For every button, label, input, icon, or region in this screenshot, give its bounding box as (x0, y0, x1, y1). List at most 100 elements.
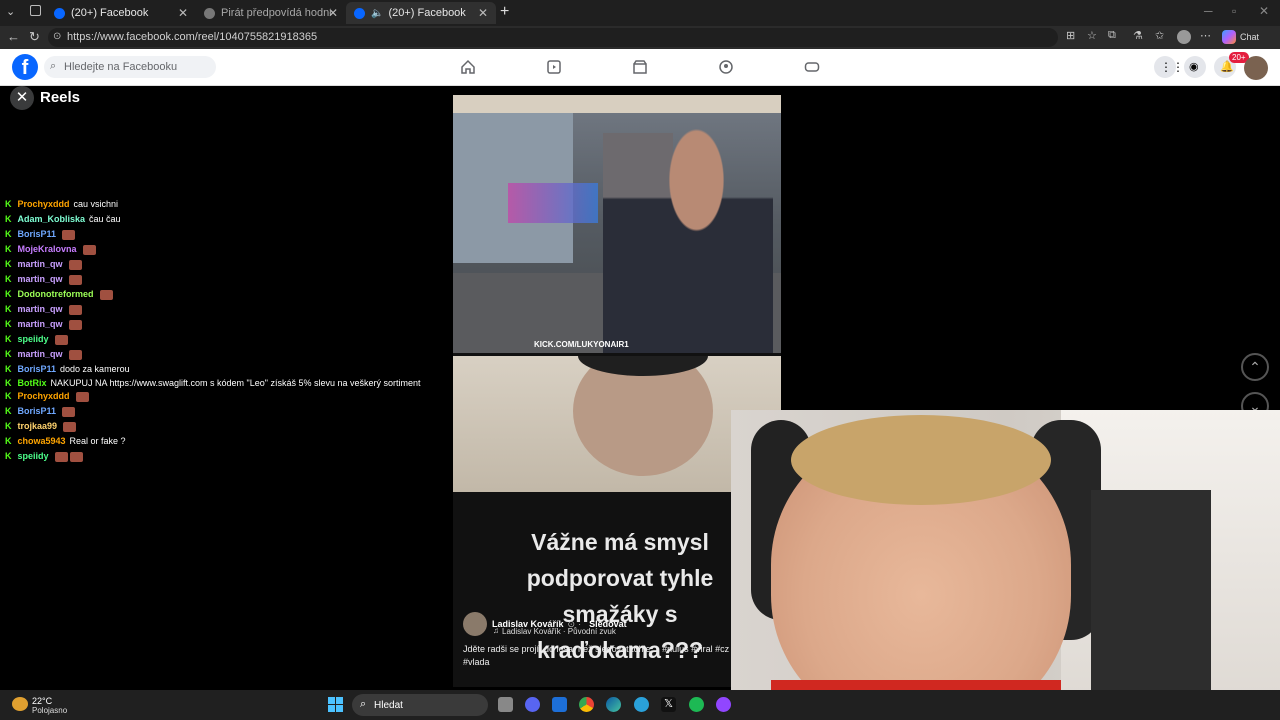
chat-emote-icon (68, 304, 82, 315)
app-icon[interactable] (552, 697, 567, 712)
chat-message: Kmartin_qw (5, 347, 445, 362)
chat-message: Kmartin_qw (5, 302, 445, 317)
chat-text: cau vsichni (73, 199, 119, 209)
profile-avatar[interactable] (1177, 30, 1191, 44)
chat-message: K Adam_Kobliska čau čau (5, 212, 445, 227)
telegram-icon[interactable] (634, 697, 649, 712)
chat-text: čau čau (89, 214, 121, 224)
taskbar-search[interactable] (352, 694, 488, 716)
chat-message: Kspeiidy (5, 449, 445, 464)
kick-badge-icon: K (5, 229, 12, 239)
page-favicon-icon (204, 7, 215, 19)
chat-message: Kmartin_qw (5, 317, 445, 332)
previous-reel-button[interactable]: ⌃ (1241, 353, 1269, 381)
facebook-logo-icon[interactable]: f (12, 54, 38, 80)
kick-badge-icon: K (5, 349, 12, 359)
chat-message: Kmartin_qw (5, 257, 445, 272)
copilot-icon[interactable] (1222, 30, 1236, 44)
chat-message: K BorisP11 (5, 227, 445, 242)
chat-emote-icon (68, 349, 82, 360)
tab-label: (20+) Facebook (388, 7, 466, 19)
kick-badge-icon: K (5, 391, 12, 401)
task-view-icon[interactable] (498, 697, 513, 712)
kick-badge-icon: K (5, 406, 12, 416)
app-available-icon[interactable]: ⊞ (1066, 29, 1075, 42)
tab-list-chevron-icon[interactable]: ⌄ (6, 5, 15, 18)
tab-facebook-1[interactable]: (20+) Facebook ✕ (46, 2, 196, 24)
chat-username: martin_qw (17, 304, 63, 314)
facebook-favicon-icon (54, 7, 65, 19)
close-tab-icon[interactable]: ✕ (478, 6, 488, 20)
webcam-overlay (731, 410, 1280, 720)
marketplace-icon[interactable] (632, 59, 648, 75)
stream-chat-overlay: K Prochyxddd cau vsichni K Adam_Kobliska čau … (5, 197, 445, 464)
kick-badge-icon: K (5, 451, 12, 461)
close-reels-button[interactable]: ✕ (10, 86, 34, 110)
chat-label[interactable]: Chat (1240, 32, 1259, 42)
weather-temperature[interactable]: 22°C (32, 696, 52, 706)
kick-badge-icon: K (5, 378, 12, 388)
video-clip-street (453, 113, 781, 353)
author-avatar[interactable] (463, 612, 487, 636)
spotify-icon[interactable] (689, 697, 704, 712)
home-icon[interactable] (460, 59, 476, 75)
chat-emote-icon (62, 229, 76, 240)
chat-message: Kspeiidy (5, 332, 445, 347)
tab-facebook-active[interactable]: 🔈 (20+) Facebook ✕ (346, 2, 496, 24)
close-window-icon[interactable]: ✕ (1259, 4, 1269, 18)
tab-pirat[interactable]: Pirát předpovídá hodně vyhroceno ✕ (196, 2, 346, 24)
close-tab-icon[interactable]: ✕ (178, 6, 188, 20)
split-screen-icon[interactable]: ⚗ (1133, 29, 1143, 42)
chat-username: Prochyxddd (17, 391, 70, 401)
windows-start-icon[interactable] (328, 697, 343, 712)
chat-text: Real or fake ? (69, 436, 126, 446)
kick-badge-icon: K (5, 319, 12, 329)
kick-badge-icon: K (5, 436, 12, 446)
sound-line[interactable]: Ladislav Kovářík · Původní zvuk (502, 627, 616, 636)
back-icon[interactable]: ← (7, 29, 20, 44)
chat-username: BorisP11 (17, 406, 57, 416)
more-menu-icon[interactable]: ⋯ (1200, 29, 1211, 42)
minimize-icon[interactable]: ─ (1204, 4, 1213, 18)
kick-badge-icon: K (5, 334, 12, 344)
site-info-icon[interactable]: ⊙ (53, 31, 61, 42)
groups-icon[interactable] (718, 59, 734, 75)
workspaces-icon[interactable] (30, 5, 41, 16)
speaker-icon[interactable]: 🔈 (371, 8, 383, 19)
close-tab-icon[interactable]: ✕ (328, 6, 338, 20)
chat-username: MojeKralovna (17, 244, 77, 254)
edge-icon[interactable] (606, 697, 621, 712)
chat-emote-icon (63, 421, 77, 432)
search-icon: ⌕ (360, 698, 367, 710)
video-frame-top (453, 95, 781, 113)
favorite-star-icon[interactable]: ☆ (1087, 29, 1097, 42)
maximize-icon[interactable]: ▫ (1232, 4, 1236, 18)
chat-username: BorisP11 (17, 229, 57, 239)
x-twitter-icon[interactable]: 𝕏 (661, 697, 676, 712)
chat-username: BorisP11 (17, 364, 57, 374)
video-icon[interactable] (546, 59, 562, 75)
app-icon[interactable] (716, 697, 731, 712)
chat-message: K BorisP11 dodo za kamerou (5, 362, 445, 377)
favorites-icon[interactable]: ✩ (1155, 29, 1164, 42)
url-text[interactable]: https://www.facebook.com/reel/1040755821… (67, 31, 317, 43)
grid-icon: ⋮⋮ (1160, 60, 1184, 74)
reload-icon[interactable]: ↻ (29, 29, 40, 45)
chat-text: dodo za kamerou (60, 364, 130, 374)
profile-avatar[interactable] (1244, 56, 1268, 80)
chat-username: speiidy (17, 451, 49, 461)
gaming-icon[interactable] (804, 59, 820, 75)
extensions-icon[interactable]: ⧉ (1108, 29, 1116, 42)
chat-emote-icon (69, 451, 83, 462)
new-tab-button[interactable]: + (500, 3, 509, 21)
kick-badge-icon: K (5, 364, 12, 374)
kick-badge-icon: K (5, 274, 12, 284)
chat-emote-icon (82, 244, 96, 255)
weather-partly-cloudy-icon[interactable] (12, 697, 28, 711)
kick-badge-icon: K (5, 214, 12, 224)
weather-description[interactable]: Polojasno (32, 706, 67, 715)
tab-label: Pirát předpovídá hodně vyhroceno (221, 7, 331, 19)
chrome-icon[interactable] (579, 697, 594, 712)
discord-icon[interactable] (525, 697, 540, 712)
facebook-favicon-icon (354, 7, 365, 19)
